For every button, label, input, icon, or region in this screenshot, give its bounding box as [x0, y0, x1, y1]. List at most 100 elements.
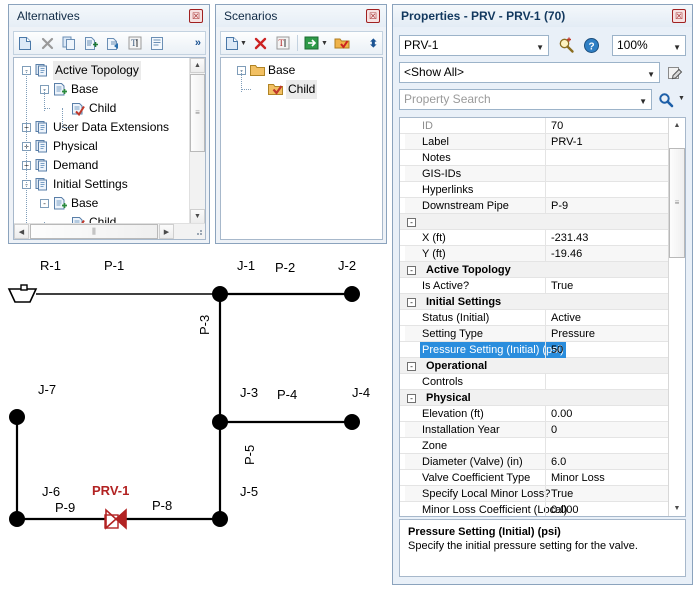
property-search-combo[interactable]: Property Search ▼	[399, 89, 652, 110]
scenarios-toolbar-overflow[interactable]: ⬍	[369, 37, 382, 50]
category-expander[interactable]: -	[407, 266, 416, 275]
vscroll-thumb[interactable]: ≡	[190, 74, 205, 152]
node-label-J-2[interactable]: J-2	[338, 258, 356, 273]
junction-node-J-2[interactable]	[344, 286, 360, 302]
pipe-label-P-8[interactable]: P-8	[152, 498, 172, 513]
pipe-label-P-5[interactable]: P-5	[242, 445, 257, 465]
zoom-level-combo[interactable]: 100% ▼	[612, 35, 686, 56]
pipe-label-P-2[interactable]: P-2	[275, 260, 295, 275]
property-value[interactable]: 50	[548, 342, 563, 358]
hscroll-thumb[interactable]: ⫼	[30, 224, 158, 239]
property-grid[interactable]: ID 70 Label PRV-1 Notes GIS-IDs Hyperlinks Down…	[399, 117, 686, 517]
property-search-button[interactable]	[656, 90, 676, 109]
find-element-button[interactable]	[556, 36, 576, 55]
pipe-label-P-9[interactable]: P-9	[55, 500, 75, 515]
property-row[interactable]: ID 70	[400, 118, 668, 134]
alternatives-tree-hscrollbar[interactable]: ◀ ⫼ ▶	[14, 223, 205, 239]
property-row[interactable]: Elevation (ft) 0.00	[400, 406, 668, 422]
property-value[interactable]: True	[548, 486, 573, 502]
chevron-down-icon[interactable]: ▼	[647, 65, 655, 82]
property-row[interactable]: Status (Initial) Active	[400, 310, 668, 326]
node-label-J-1[interactable]: J-1	[237, 258, 255, 273]
property-row[interactable]: Specify Local Minor Loss? True	[400, 486, 668, 502]
reservoir-symbol[interactable]	[7, 284, 38, 303]
property-value[interactable]: PRV-1	[548, 134, 583, 150]
property-filter-combo[interactable]: <Show All> ▼	[399, 62, 660, 83]
property-value[interactable]: -19.46	[548, 246, 582, 262]
tree-node[interactable]: + Demand	[14, 156, 190, 175]
property-value[interactable]	[548, 438, 551, 454]
property-row[interactable]: Notes	[400, 150, 668, 166]
property-row[interactable]: Installation Year 0	[400, 422, 668, 438]
network-drawing-canvas[interactable]: R-1 J-1 J-2 J-3 J-4 J-5 J-6 J-7 P-1 P-2 P-3 P-4 P-5 P…	[0, 248, 390, 589]
property-category-row[interactable]: - Active Topology	[400, 262, 668, 278]
property-row[interactable]: Is Active? True	[400, 278, 668, 294]
property-row[interactable]: X (ft) -231.43	[400, 230, 668, 246]
alternative-report-button[interactable]	[146, 33, 168, 53]
tree-node[interactable]: - Base	[221, 61, 381, 80]
property-row[interactable]: Controls	[400, 374, 668, 390]
property-vscroll-thumb[interactable]: ≡	[669, 148, 685, 258]
make-current-scenario-button[interactable]	[301, 33, 323, 53]
scroll-down-arrow-icon[interactable]: ▼	[669, 501, 685, 516]
alternatives-close-button[interactable]: ☒	[189, 9, 203, 23]
property-row[interactable]: Hyperlinks	[400, 182, 668, 198]
category-expander[interactable]: -	[407, 298, 416, 307]
node-label-J-6[interactable]: J-6	[42, 484, 60, 499]
property-value[interactable]: -231.43	[548, 230, 588, 246]
tree-node[interactable]: + Physical	[14, 137, 190, 156]
category-expander[interactable]: -	[407, 394, 416, 403]
property-search-input[interactable]: Property Search	[404, 92, 491, 106]
property-row[interactable]: Downstream Pipe P-9	[400, 198, 668, 214]
property-value[interactable]: 0.000	[548, 502, 579, 516]
pipe-label-P-4[interactable]: P-4	[277, 387, 297, 402]
delete-alternative-button[interactable]	[36, 33, 58, 53]
scenarios-tree[interactable]: - Base Child	[220, 57, 383, 240]
new-scenario-dropdown-arrow-icon[interactable]: ▼	[240, 40, 247, 47]
property-category-row[interactable]: - Physical	[400, 390, 668, 406]
property-category-row[interactable]: -	[400, 214, 668, 230]
property-value[interactable]: 0	[548, 422, 557, 438]
new-child-alternative-button[interactable]	[80, 33, 102, 53]
property-row[interactable]: Valve Coefficient Type Minor Loss	[400, 470, 668, 486]
property-search-dropdown-arrow-icon[interactable]: ▼	[678, 95, 685, 102]
tree-node[interactable]: - Base	[14, 194, 190, 213]
prv-valve-symbol[interactable]	[104, 508, 127, 530]
property-value[interactable]	[548, 166, 551, 182]
alternatives-toolbar-overflow[interactable]: »	[195, 37, 205, 49]
scroll-up-arrow-icon[interactable]: ▲	[190, 58, 205, 73]
scenario-properties-button[interactable]	[331, 33, 353, 53]
tree-node[interactable]: - Active Topology	[14, 61, 190, 80]
chevron-down-icon[interactable]: ▼	[536, 38, 544, 55]
property-grid-vscrollbar[interactable]: ▲ ≡ ▼	[668, 118, 685, 516]
scroll-right-arrow-icon[interactable]: ▶	[159, 224, 174, 239]
resize-grip-icon[interactable]	[192, 225, 204, 237]
property-value[interactable]	[548, 182, 551, 198]
scenarios-close-button[interactable]: ☒	[366, 9, 380, 23]
make-current-dropdown-arrow-icon[interactable]: ▼	[321, 40, 328, 47]
junction-node-J-6[interactable]	[9, 511, 25, 527]
property-value[interactable]: 0.00	[548, 406, 572, 422]
junction-node-J-3[interactable]	[212, 414, 228, 430]
new-alternative-button[interactable]	[14, 33, 36, 53]
property-value[interactable]: Minor Loss	[548, 470, 605, 486]
alternatives-tree-vscrollbar[interactable]: ▲ ≡ ▼	[189, 58, 205, 224]
pipe-label-P-1[interactable]: P-1	[104, 258, 124, 273]
node-label-J-4[interactable]: J-4	[352, 385, 370, 400]
junction-node-J-1[interactable]	[212, 286, 228, 302]
property-value[interactable]	[548, 150, 551, 166]
scroll-up-arrow-icon[interactable]: ▲	[669, 118, 685, 133]
property-row[interactable]: Pressure Setting (Initial) (psi) 50	[400, 342, 668, 358]
chevron-down-icon[interactable]: ▼	[639, 92, 647, 109]
duplicate-alternative-button[interactable]	[58, 33, 80, 53]
edit-filter-button[interactable]	[665, 63, 686, 82]
help-button[interactable]: ?	[581, 36, 601, 55]
node-label-J-3[interactable]: J-3	[240, 385, 258, 400]
valve-label-PRV-1[interactable]: PRV-1	[92, 483, 129, 498]
node-label-J-5[interactable]: J-5	[240, 484, 258, 499]
property-row[interactable]: Minor Loss Coefficient (Local) 0.000	[400, 502, 668, 516]
junction-node-J-4[interactable]	[344, 414, 360, 430]
pipe-label-P-3[interactable]: P-3	[197, 315, 212, 335]
merge-alternative-button[interactable]	[102, 33, 124, 53]
junction-node-J-5[interactable]	[212, 511, 228, 527]
